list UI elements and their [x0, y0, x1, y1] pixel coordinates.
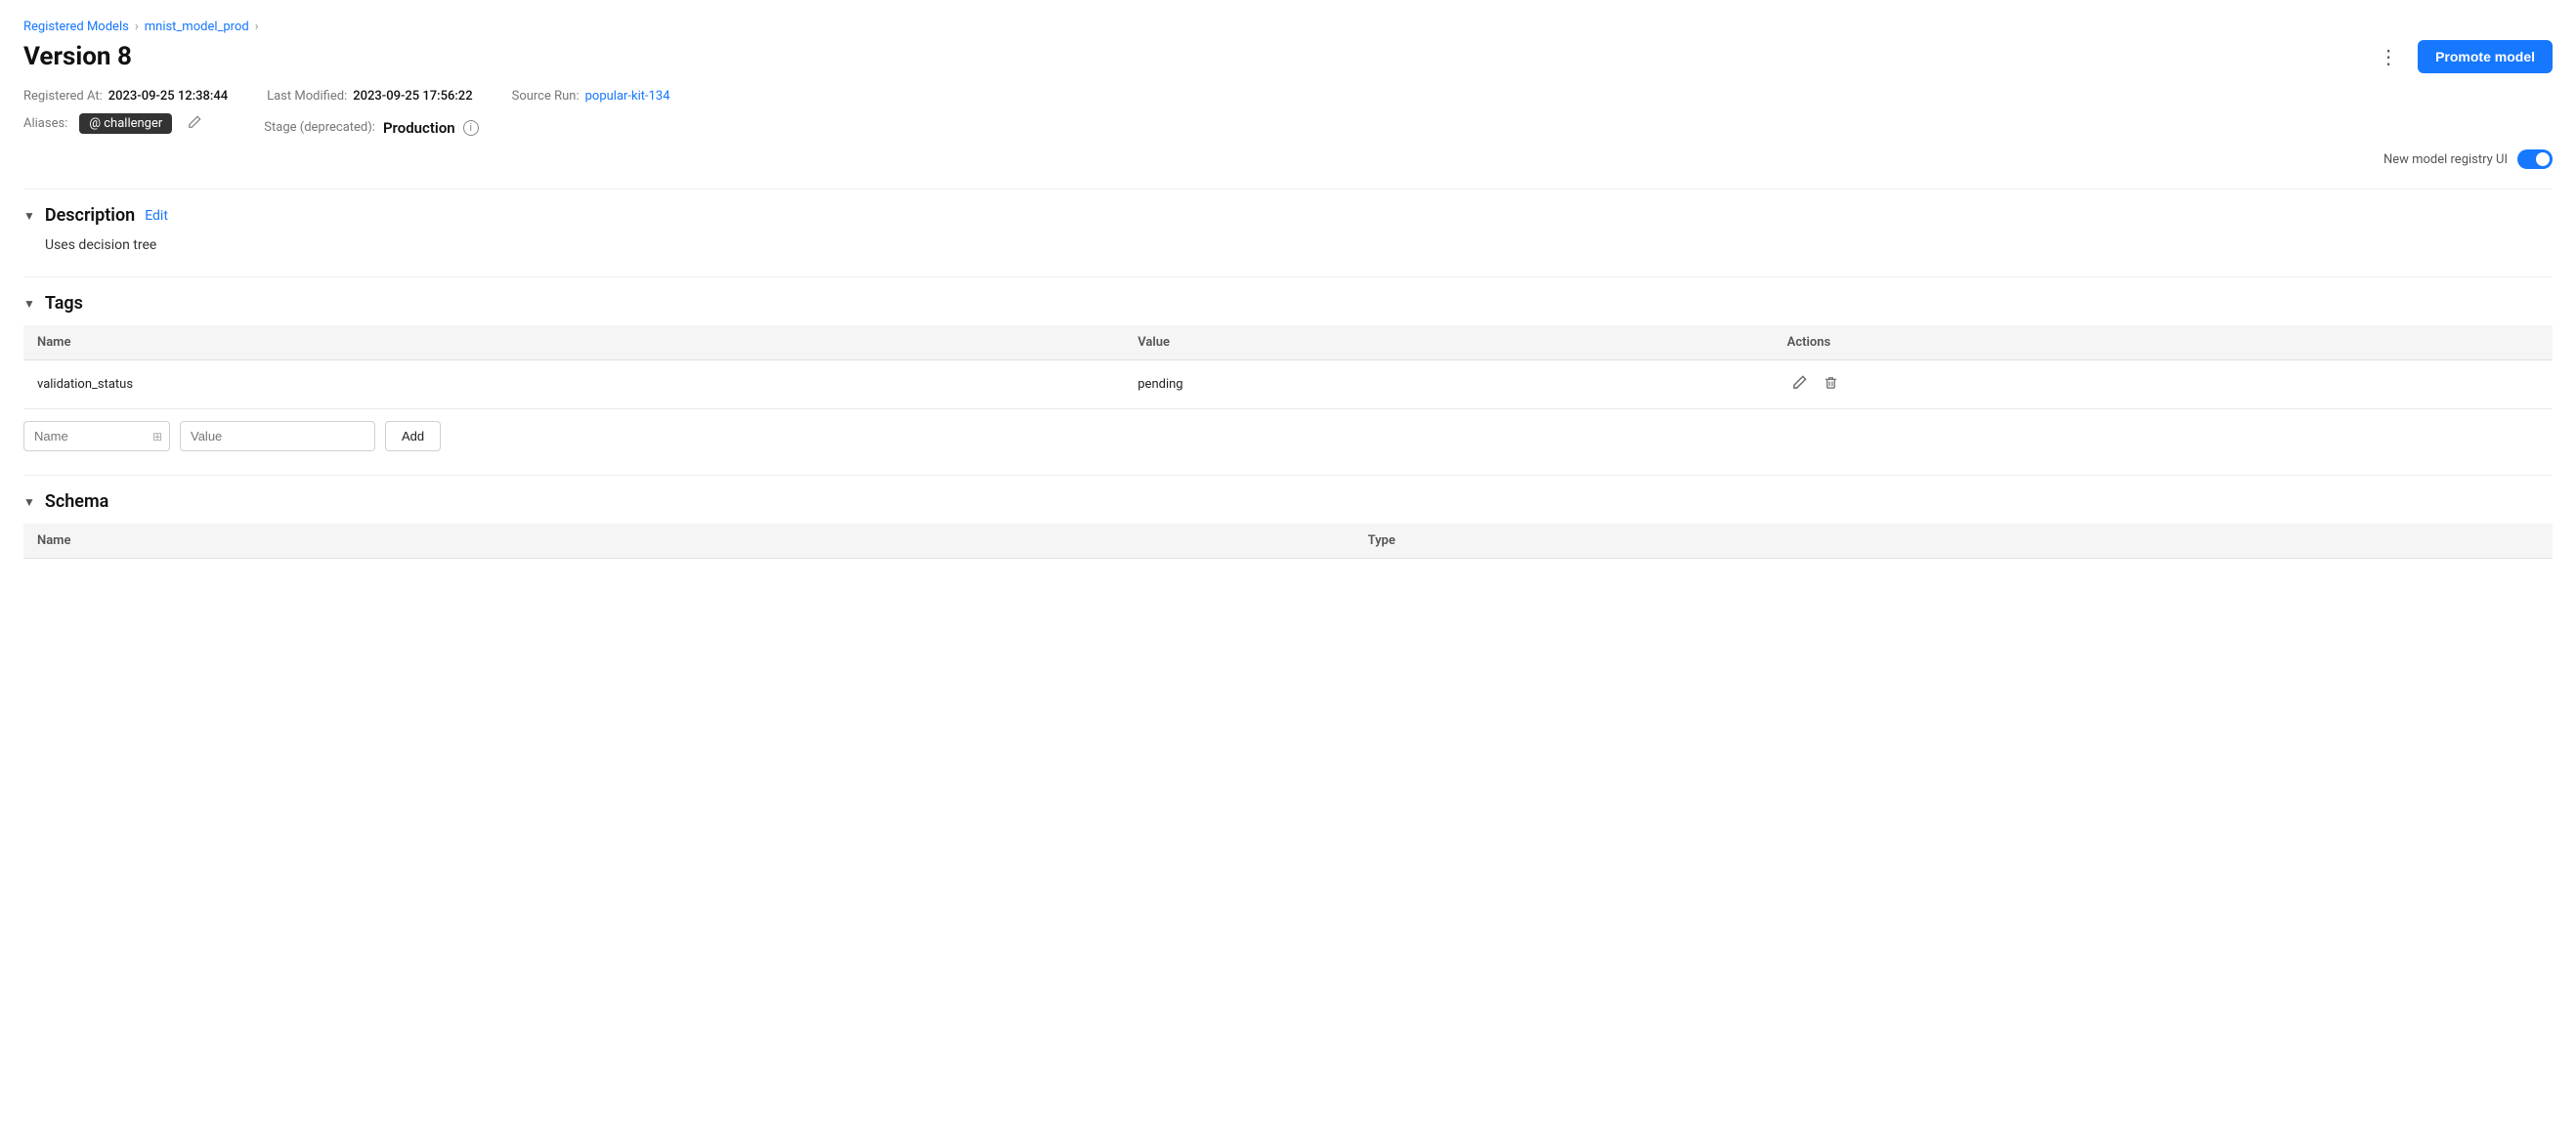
table-row: validation_status pending — [23, 360, 2553, 409]
tag-name-input[interactable] — [23, 421, 170, 451]
promote-model-button[interactable]: Promote model — [2418, 40, 2553, 73]
alias-tag-text: @ challenger — [89, 116, 162, 131]
tags-collapse-icon[interactable]: ▼ — [23, 297, 35, 311]
header-actions: ⋮ Promote model — [2371, 40, 2553, 73]
tag-name-input-wrapper: ⊞ — [23, 421, 170, 451]
more-button[interactable]: ⋮ — [2371, 41, 2406, 73]
breadcrumb-sep-2: › — [255, 20, 259, 34]
registered-at-value: 2023-09-25 12:38:44 — [108, 89, 228, 104]
aliases-row: Aliases: @ challenger — [23, 113, 205, 134]
description-collapse-icon[interactable]: ▼ — [23, 209, 35, 223]
tag-actions-cell — [1774, 360, 2553, 409]
divider-3 — [23, 475, 2553, 476]
tags-col-value: Value — [1124, 325, 1773, 360]
trash-icon — [1824, 375, 1838, 390]
ui-toggle-label: New model registry UI — [2383, 152, 2508, 167]
alias-edit-button[interactable] — [184, 113, 205, 134]
breadcrumb-model-name[interactable]: mnist_model_prod — [145, 20, 249, 34]
stage-info-icon[interactable]: i — [463, 120, 479, 136]
last-modified-item: Last Modified: 2023-09-25 17:56:22 — [267, 89, 472, 104]
schema-section-title: Schema — [45, 491, 108, 512]
description-edit-link[interactable]: Edit — [145, 208, 168, 224]
edit-icon — [1792, 375, 1807, 390]
source-run-item: Source Run: popular-kit-134 — [512, 89, 670, 104]
tags-section-header: ▼ Tags — [23, 293, 2553, 314]
description-section: ▼ Description Edit Uses decision tree — [23, 205, 2553, 253]
stage-label: Stage (deprecated): — [264, 120, 375, 135]
last-modified-value: 2023-09-25 17:56:22 — [353, 89, 472, 104]
ui-toggle-switch[interactable] — [2517, 149, 2553, 169]
divider-1 — [23, 189, 2553, 190]
meta-row: Registered At: 2023-09-25 12:38:44 Last … — [23, 89, 2553, 104]
schema-collapse-icon[interactable]: ▼ — [23, 495, 35, 509]
schema-col-type: Type — [1354, 524, 2553, 559]
tags-table-header-row: Name Value Actions — [23, 325, 2553, 360]
schema-table-header-row: Name Type — [23, 524, 2553, 559]
schema-section: ▼ Schema Name Type — [23, 491, 2553, 559]
tag-value-input[interactable] — [180, 421, 375, 451]
breadcrumb-sep-1: › — [135, 20, 139, 34]
description-section-title: Description — [45, 205, 135, 226]
tag-name-cell: validation_status — [23, 360, 1124, 409]
page-header: Version 8 ⋮ Promote model — [23, 40, 2553, 73]
add-tag-button[interactable]: Add — [385, 421, 441, 451]
name-input-icon: ⊞ — [152, 430, 162, 443]
aliases-label: Aliases: — [23, 116, 67, 131]
stage-value: Production — [383, 119, 455, 137]
tag-delete-button[interactable] — [1819, 372, 1843, 397]
breadcrumb-registered-models[interactable]: Registered Models — [23, 20, 129, 34]
tags-section: ▼ Tags Name Value Actions validation_sta… — [23, 293, 2553, 451]
tags-section-title: Tags — [45, 293, 83, 314]
breadcrumb: Registered Models › mnist_model_prod › — [23, 20, 2553, 34]
tag-value-cell: pending — [1124, 360, 1773, 409]
registered-at-item: Registered At: 2023-09-25 12:38:44 — [23, 89, 228, 104]
schema-section-header: ▼ Schema — [23, 491, 2553, 512]
page-title: Version 8 — [23, 42, 132, 71]
description-section-header: ▼ Description Edit — [23, 205, 2553, 226]
tags-col-actions: Actions — [1774, 325, 2553, 360]
description-content: Uses decision tree — [45, 237, 2553, 253]
last-modified-label: Last Modified: — [267, 89, 347, 104]
schema-table: Name Type — [23, 524, 2553, 559]
tags-table: Name Value Actions validation_status pen… — [23, 325, 2553, 409]
add-tag-row: ⊞ Add — [23, 421, 2553, 451]
registered-at-label: Registered At: — [23, 89, 103, 104]
tags-col-name: Name — [23, 325, 1124, 360]
source-run-link[interactable]: popular-kit-134 — [585, 89, 670, 104]
source-run-label: Source Run: — [512, 89, 580, 104]
divider-2 — [23, 276, 2553, 277]
schema-col-name: Name — [23, 524, 1354, 559]
ui-toggle-row: New model registry UI — [23, 149, 2553, 169]
pencil-icon — [188, 115, 201, 129]
alias-tag: @ challenger — [79, 113, 172, 134]
tag-edit-button[interactable] — [1787, 372, 1812, 397]
stage-row: Stage (deprecated): Production i — [264, 119, 478, 137]
